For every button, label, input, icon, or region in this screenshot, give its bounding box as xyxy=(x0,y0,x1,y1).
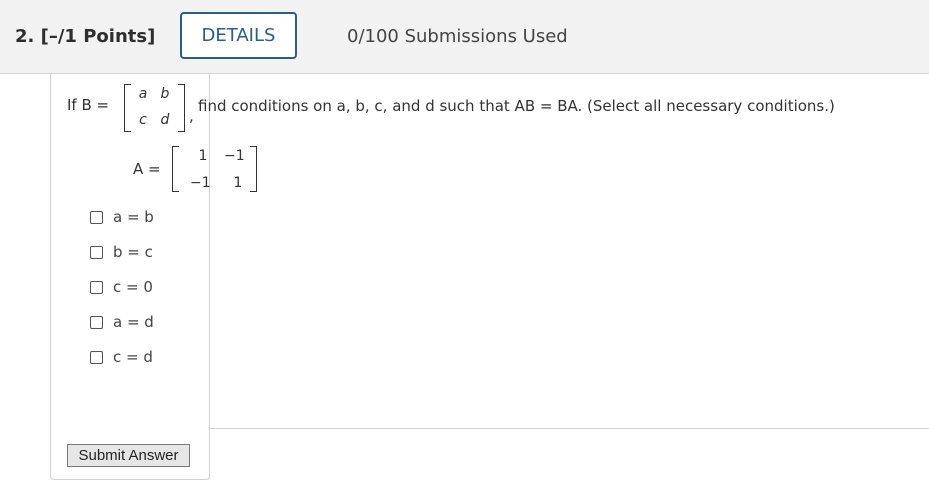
matrix-b-left-bracket xyxy=(124,84,131,132)
checkbox[interactable] xyxy=(90,210,103,224)
matrix-a-left-bracket xyxy=(172,146,179,192)
matrix-b-right-bracket xyxy=(178,84,185,132)
comma: , xyxy=(189,107,194,125)
divider xyxy=(209,428,929,429)
question-prompt: find conditions on a, b, c, and d such t… xyxy=(198,97,835,115)
matrix-b-cell: d xyxy=(160,112,170,128)
option-label: c = 0 xyxy=(113,278,153,296)
option-label: a = d xyxy=(113,313,154,331)
matrix-b-cell: c xyxy=(139,112,147,128)
checkbox[interactable] xyxy=(90,280,103,294)
matrix-a-cell: −1 xyxy=(224,148,245,164)
a-label: A = xyxy=(133,160,161,178)
matrix-b-cell: b xyxy=(160,86,170,102)
checkbox[interactable] xyxy=(90,315,103,329)
option-c-equals-0[interactable]: c = 0 xyxy=(90,278,153,296)
option-label: c = d xyxy=(113,348,153,366)
checkbox[interactable] xyxy=(90,245,103,259)
matrix-a-right-bracket xyxy=(250,146,257,192)
question-body-frame xyxy=(50,73,210,480)
option-label: b = c xyxy=(113,243,153,261)
checkbox[interactable] xyxy=(90,350,103,364)
matrix-a-cell: 1 xyxy=(233,175,243,191)
if-b-label: If B = xyxy=(67,96,110,114)
option-b-equals-c[interactable]: b = c xyxy=(90,243,153,261)
submit-answer-button[interactable]: Submit Answer xyxy=(67,444,190,467)
details-button[interactable]: DETAILS xyxy=(180,12,297,59)
matrix-b-cell: a xyxy=(138,86,148,102)
matrix-a-cell: −1 xyxy=(190,175,211,191)
option-label: a = b xyxy=(113,208,154,226)
matrix-a-cell: 1 xyxy=(198,148,208,164)
option-a-equals-b[interactable]: a = b xyxy=(90,208,154,226)
submissions-count: 0/100 Submissions Used xyxy=(347,26,568,47)
question-header: 2. [–/1 Points] DETAILS 0/100 Submission… xyxy=(0,0,929,74)
option-a-equals-d[interactable]: a = d xyxy=(90,313,154,331)
option-c-equals-d[interactable]: c = d xyxy=(90,348,153,366)
question-number: 2. [–/1 Points] xyxy=(15,26,156,47)
